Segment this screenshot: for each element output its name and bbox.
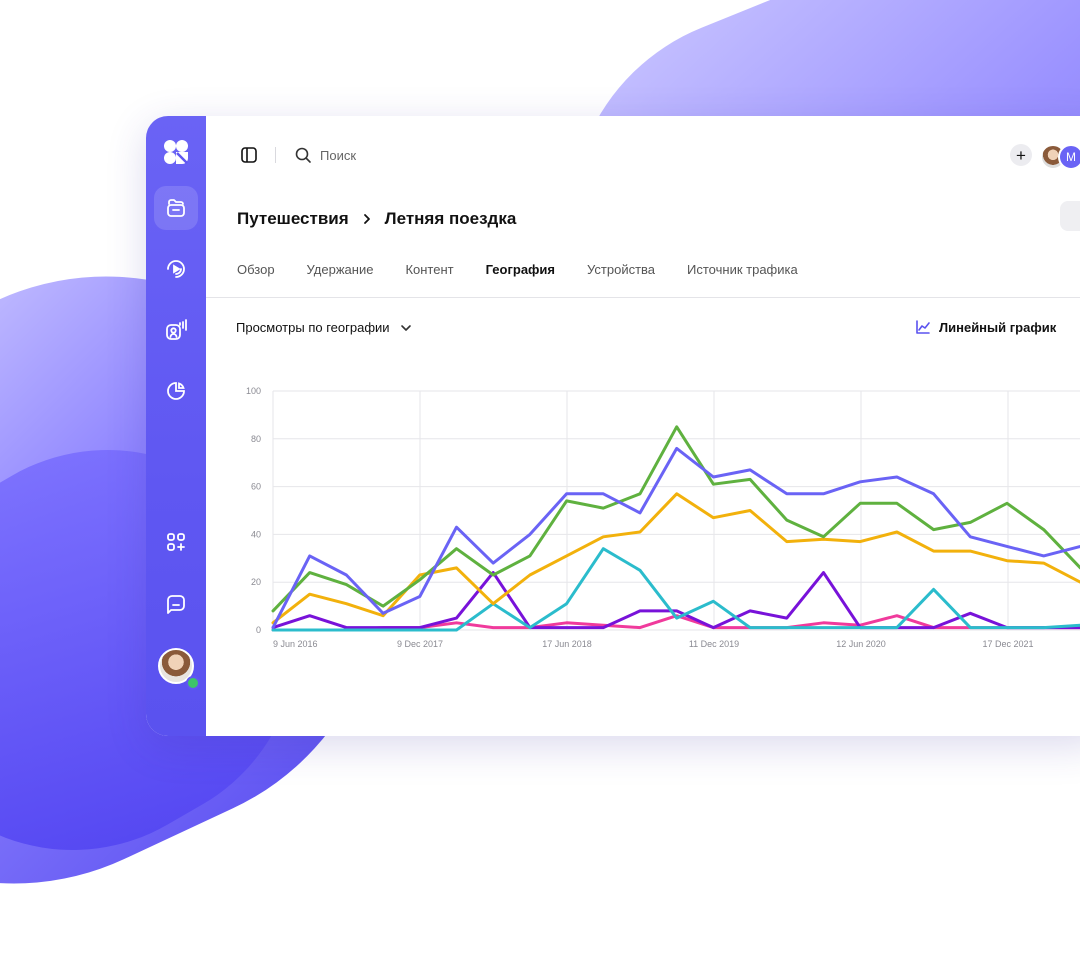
y-tick-label: 80 bbox=[251, 434, 261, 444]
y-tick-label: 20 bbox=[251, 577, 261, 587]
sidebar-item-chat[interactable] bbox=[154, 582, 198, 626]
tab-bar: Обзор Удержание Контент География Устрой… bbox=[237, 262, 798, 277]
sidebar-item-reports[interactable] bbox=[154, 369, 198, 413]
y-tick-label: 100 bbox=[246, 386, 261, 396]
breadcrumb-parent[interactable]: Путешествия bbox=[237, 209, 349, 229]
metric-dropdown[interactable]: Просмотры по географии bbox=[236, 320, 412, 335]
main-content: + M Путешествия Летняя поездка Обзор Уде… bbox=[206, 116, 1080, 736]
x-tick-label: 17 Dec 2021 bbox=[982, 639, 1033, 649]
divider bbox=[275, 147, 276, 163]
divider bbox=[206, 297, 1080, 298]
sidebar-item-broadcast[interactable] bbox=[154, 247, 198, 291]
series-line-1[interactable] bbox=[271, 446, 1080, 630]
chevron-down-icon bbox=[400, 324, 411, 331]
sidebar-item-apps[interactable] bbox=[154, 520, 198, 564]
series-line-3[interactable] bbox=[271, 492, 1080, 625]
breadcrumb-current: Летняя поездка bbox=[384, 209, 517, 228]
sidebar bbox=[146, 116, 206, 736]
line-chart: 0 20 40 60 80 100 9 Jun 2016 9 Dec 2017 17 Jun 2… bbox=[246, 386, 1080, 649]
sidebar-toggle-icon[interactable] bbox=[240, 146, 258, 164]
tab-retention[interactable]: Удержание bbox=[307, 262, 374, 277]
pie-chart-icon bbox=[167, 382, 185, 400]
online-status-indicator bbox=[186, 676, 200, 690]
collaborator-avatar-initial[interactable]: M bbox=[1058, 144, 1080, 170]
y-tick-label: 60 bbox=[251, 482, 261, 492]
add-button[interactable]: + bbox=[1010, 144, 1032, 166]
folder-icon bbox=[167, 199, 185, 217]
metric-dropdown-label: Просмотры по географии bbox=[236, 320, 390, 335]
sidebar-item-contacts[interactable] bbox=[154, 308, 198, 352]
search-input[interactable] bbox=[320, 144, 480, 166]
tab-content[interactable]: Контент bbox=[405, 262, 453, 277]
line-chart-icon bbox=[916, 320, 930, 334]
x-tick-label: 17 Jun 2018 bbox=[542, 639, 592, 649]
tab-geography[interactable]: География bbox=[486, 262, 555, 277]
chat-icon bbox=[167, 595, 185, 614]
breadcrumb: Путешествия Летняя поездка bbox=[237, 209, 516, 229]
chart-type-label: Линейный график bbox=[939, 319, 1057, 335]
app-window: + M Путешествия Летняя поездка Обзор Уде… bbox=[146, 116, 1080, 736]
broadcast-icon bbox=[167, 260, 185, 278]
x-tick-label: 12 Jun 2020 bbox=[836, 639, 886, 649]
tab-traffic-source[interactable]: Источник трафика bbox=[687, 262, 798, 277]
tab-devices[interactable]: Устройства bbox=[587, 262, 655, 277]
toolbar-button[interactable] bbox=[1060, 201, 1080, 231]
series-line-4[interactable] bbox=[271, 547, 1080, 632]
y-tick-label: 0 bbox=[256, 625, 261, 635]
sidebar-item-folder[interactable] bbox=[154, 186, 198, 230]
logo-icon[interactable] bbox=[162, 138, 190, 166]
chevron-right-icon bbox=[361, 213, 373, 225]
contact-analytics-icon bbox=[166, 319, 187, 340]
series-line-2[interactable] bbox=[271, 425, 1080, 613]
tab-overview[interactable]: Обзор bbox=[237, 262, 275, 277]
x-tick-label: 9 Dec 2017 bbox=[397, 639, 443, 649]
apps-add-icon bbox=[167, 533, 185, 551]
x-tick-label: 9 Jun 2016 bbox=[273, 639, 318, 649]
y-tick-label: 40 bbox=[251, 529, 261, 539]
chart-type-button[interactable]: Линейный график bbox=[915, 319, 1056, 335]
x-tick-label: 11 Dec 2019 bbox=[689, 639, 739, 649]
search-icon[interactable] bbox=[294, 146, 312, 164]
